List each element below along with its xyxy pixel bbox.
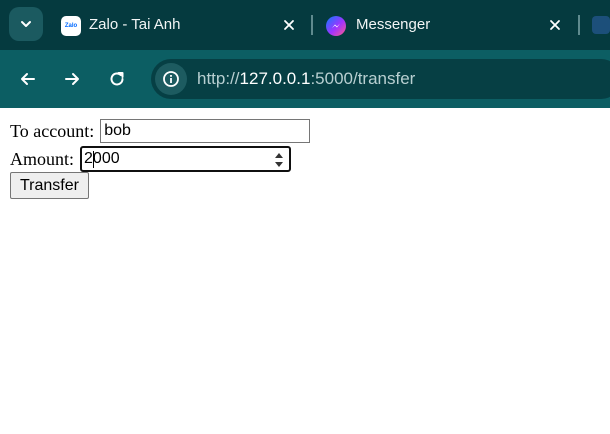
zalo-icon: Zalo <box>61 16 81 36</box>
site-info-button[interactable] <box>155 63 187 95</box>
submit-row: Transfer <box>10 172 89 199</box>
tab-title: Zalo - Tai Anh <box>89 16 181 33</box>
to-account-input[interactable] <box>100 119 311 143</box>
arrow-left-icon <box>21 73 35 85</box>
back-button[interactable] <box>13 64 43 94</box>
to-account-label: To account: <box>10 120 95 141</box>
tab-search-button[interactable] <box>9 7 43 41</box>
text-cursor <box>93 151 95 168</box>
address-bar[interactable]: http://127.0.0.1:5000/transfer <box>151 59 610 99</box>
page-content: To account: Amount: 2000 Transfer <box>0 108 610 434</box>
reload-icon <box>110 72 124 86</box>
tab-strip: Zalo Zalo - Tai Anh Messenger <box>0 0 610 50</box>
amount-row: Amount: 2000 <box>10 146 292 172</box>
tab-title: Messenger <box>356 16 431 33</box>
url-host: 127.0.0.1 <box>239 69 311 88</box>
number-spinner-icon[interactable] <box>273 151 285 169</box>
info-icon <box>163 71 179 87</box>
partial-tab-favicon-icon[interactable] <box>592 16 610 34</box>
browser-toolbar: http://127.0.0.1:5000/transfer <box>0 50 610 108</box>
to-account-row: To account: <box>10 119 311 143</box>
forward-button[interactable] <box>57 64 87 94</box>
reload-button[interactable] <box>102 64 132 94</box>
url-scheme: http:// <box>197 69 240 88</box>
chevron-down-icon <box>21 21 31 27</box>
close-tab-icon[interactable] <box>546 16 564 34</box>
tab-messenger[interactable]: Messenger <box>318 8 576 42</box>
tab-separator <box>311 15 313 35</box>
messenger-icon <box>326 16 346 36</box>
tab-separator <box>578 15 580 35</box>
arrow-right-icon <box>65 73 79 85</box>
close-tab-icon[interactable] <box>280 16 298 34</box>
address-bar-url[interactable]: http://127.0.0.1:5000/transfer <box>197 69 415 89</box>
amount-value: 2000 <box>84 150 120 167</box>
tab-zalo[interactable]: Zalo Zalo - Tai Anh <box>52 8 308 42</box>
amount-label: Amount: <box>10 148 75 169</box>
transfer-button[interactable]: Transfer <box>10 172 89 199</box>
amount-input[interactable]: 2000 <box>80 146 292 172</box>
url-path: :5000/transfer <box>310 69 416 88</box>
